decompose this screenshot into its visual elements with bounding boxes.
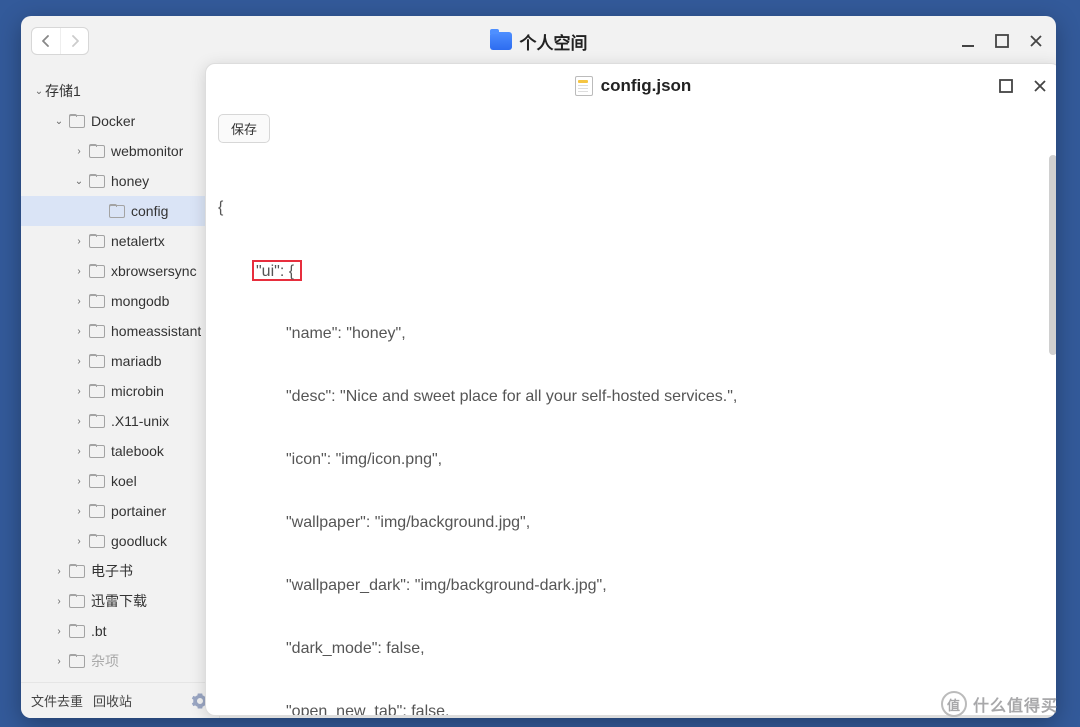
- watermark-text: 什么值得买: [973, 692, 1058, 716]
- tree-item-bt[interactable]: ›.bt: [21, 616, 219, 646]
- tree-item-misc[interactable]: ›杂项: [21, 646, 219, 676]
- tree-item-thunder[interactable]: ›迅雷下载: [21, 586, 219, 616]
- tree-item-netalertx[interactable]: ›netalertx: [21, 226, 219, 256]
- editor-window: config.json 保存 { "ui": { "name": "honey"…: [205, 63, 1056, 716]
- tree-item-xbrowsersync[interactable]: ›xbrowsersync: [21, 256, 219, 286]
- close-button[interactable]: [1026, 31, 1046, 51]
- editor-scrollbar[interactable]: [1049, 155, 1056, 703]
- folder-icon: [490, 32, 512, 50]
- window-title: 个人空间: [490, 29, 588, 54]
- editor-title: config.json: [601, 76, 692, 96]
- nav-forward-button[interactable]: [60, 28, 88, 54]
- document-icon: [575, 76, 593, 96]
- tree-item-honey[interactable]: ⌄honey: [21, 166, 219, 196]
- recycle-button[interactable]: 回收站: [93, 691, 132, 710]
- sidebar: ⌄存储1 ⌄Docker ›webmonitor ⌄honey ›config …: [21, 66, 220, 718]
- tree-docker[interactable]: ⌄Docker: [21, 106, 219, 136]
- nav-buttons: [31, 27, 89, 55]
- editor-titlebar: config.json: [206, 64, 1056, 108]
- tree-root[interactable]: ⌄存储1: [21, 76, 219, 106]
- maximize-button[interactable]: [992, 31, 1012, 51]
- save-button[interactable]: 保存: [218, 114, 270, 143]
- sidebar-footer: 文件去重 回收站: [21, 682, 219, 718]
- nav-back-button[interactable]: [32, 28, 60, 54]
- tree-item-ebook[interactable]: ›电子书: [21, 556, 219, 586]
- editor-area[interactable]: { "ui": { "name": "honey", "desc": "Nice…: [206, 155, 1056, 715]
- folder-icon: [69, 115, 85, 128]
- window-title-text: 个人空间: [520, 29, 588, 54]
- folder-tree: ⌄存储1 ⌄Docker ›webmonitor ⌄honey ›config …: [21, 66, 219, 682]
- scrollbar-thumb[interactable]: [1049, 155, 1056, 355]
- watermark: 值 什么值得买: [941, 691, 1058, 717]
- tree-item-mariadb[interactable]: ›mariadb: [21, 346, 219, 376]
- tree-item-goodluck[interactable]: ›goodluck: [21, 526, 219, 556]
- editor-maximize-button[interactable]: [996, 76, 1016, 96]
- tree-item-config[interactable]: ›config: [21, 196, 219, 226]
- highlight-ui: "ui": {: [252, 260, 302, 281]
- dedupe-button[interactable]: 文件去重: [31, 691, 83, 710]
- tree-item-x11[interactable]: ›.X11-unix: [21, 406, 219, 436]
- editor-close-button[interactable]: [1030, 76, 1050, 96]
- tree-item-homeassistant[interactable]: ›homeassistant: [21, 316, 219, 346]
- tree-item-talebook[interactable]: ›talebook: [21, 436, 219, 466]
- tree-item-webmonitor[interactable]: ›webmonitor: [21, 136, 219, 166]
- tree-item-koel[interactable]: ›koel: [21, 466, 219, 496]
- file-manager-window: 个人空间 ⌄存储1 ⌄Docker ›webmonitor ⌄honey ›co…: [21, 16, 1056, 718]
- tree-item-microbin[interactable]: ›microbin: [21, 376, 219, 406]
- watermark-icon: 值: [941, 691, 967, 717]
- editor-toolbar: 保存: [206, 108, 1056, 155]
- titlebar: 个人空间: [21, 16, 1056, 66]
- tree-item-mongodb[interactable]: ›mongodb: [21, 286, 219, 316]
- minimize-button[interactable]: [958, 31, 978, 51]
- tree-item-portainer[interactable]: ›portainer: [21, 496, 219, 526]
